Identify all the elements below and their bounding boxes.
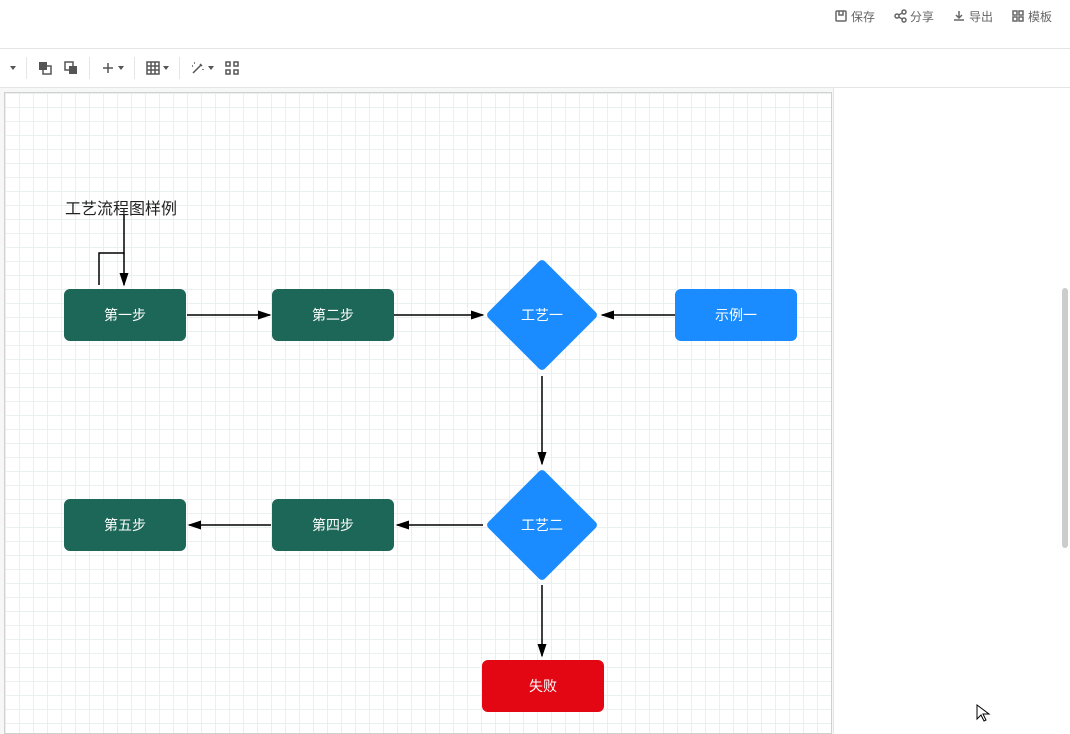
cursor-icon <box>976 704 992 724</box>
plus-icon <box>100 60 116 76</box>
node-step5[interactable]: 第五步 <box>64 499 186 551</box>
share-button[interactable]: 分享 <box>893 4 934 28</box>
canvas-area[interactable]: 工艺流程图样例 <box>0 88 833 734</box>
diagram-title[interactable]: 工艺流程图样例 <box>65 195 177 219</box>
toolbar-dropdown-1[interactable] <box>10 66 16 70</box>
send-back-button[interactable] <box>63 60 79 76</box>
magic-button[interactable] <box>190 60 214 76</box>
export-label: 导出 <box>969 8 993 25</box>
template-button[interactable]: 模板 <box>1011 4 1052 28</box>
export-icon <box>952 9 966 23</box>
canvas[interactable]: 工艺流程图样例 <box>4 92 832 734</box>
export-button[interactable]: 导出 <box>952 4 993 28</box>
side-panel <box>833 88 1070 734</box>
bring-front-button[interactable] <box>37 60 53 76</box>
grid-icon <box>145 60 161 76</box>
scrollbar[interactable] <box>1062 288 1068 548</box>
template-label: 模板 <box>1028 8 1052 25</box>
node-example1[interactable]: 示例一 <box>675 289 797 341</box>
connectors <box>5 93 833 734</box>
node-process1[interactable]: 工艺一 <box>485 258 598 371</box>
node-step2[interactable]: 第二步 <box>272 289 394 341</box>
top-menu: 保存 分享 导出 模板 <box>834 0 1070 28</box>
share-icon <box>893 9 907 23</box>
save-icon <box>834 9 848 23</box>
save-label: 保存 <box>851 8 875 25</box>
workspace: 工艺流程图样例 <box>0 88 1070 734</box>
add-button[interactable] <box>100 60 124 76</box>
layout-button[interactable] <box>224 60 240 76</box>
save-button[interactable]: 保存 <box>834 4 875 28</box>
node-fail[interactable]: 失败 <box>482 660 604 712</box>
node-process2[interactable]: 工艺二 <box>485 468 598 581</box>
send-back-icon <box>63 60 79 76</box>
grid-button[interactable] <box>145 60 169 76</box>
layout-icon <box>224 60 240 76</box>
node-step1[interactable]: 第一步 <box>64 289 186 341</box>
share-label: 分享 <box>910 8 934 25</box>
node-step4[interactable]: 第四步 <box>272 499 394 551</box>
bring-front-icon <box>37 60 53 76</box>
toolbar <box>0 48 1070 88</box>
magic-icon <box>190 60 206 76</box>
template-icon <box>1011 9 1025 23</box>
